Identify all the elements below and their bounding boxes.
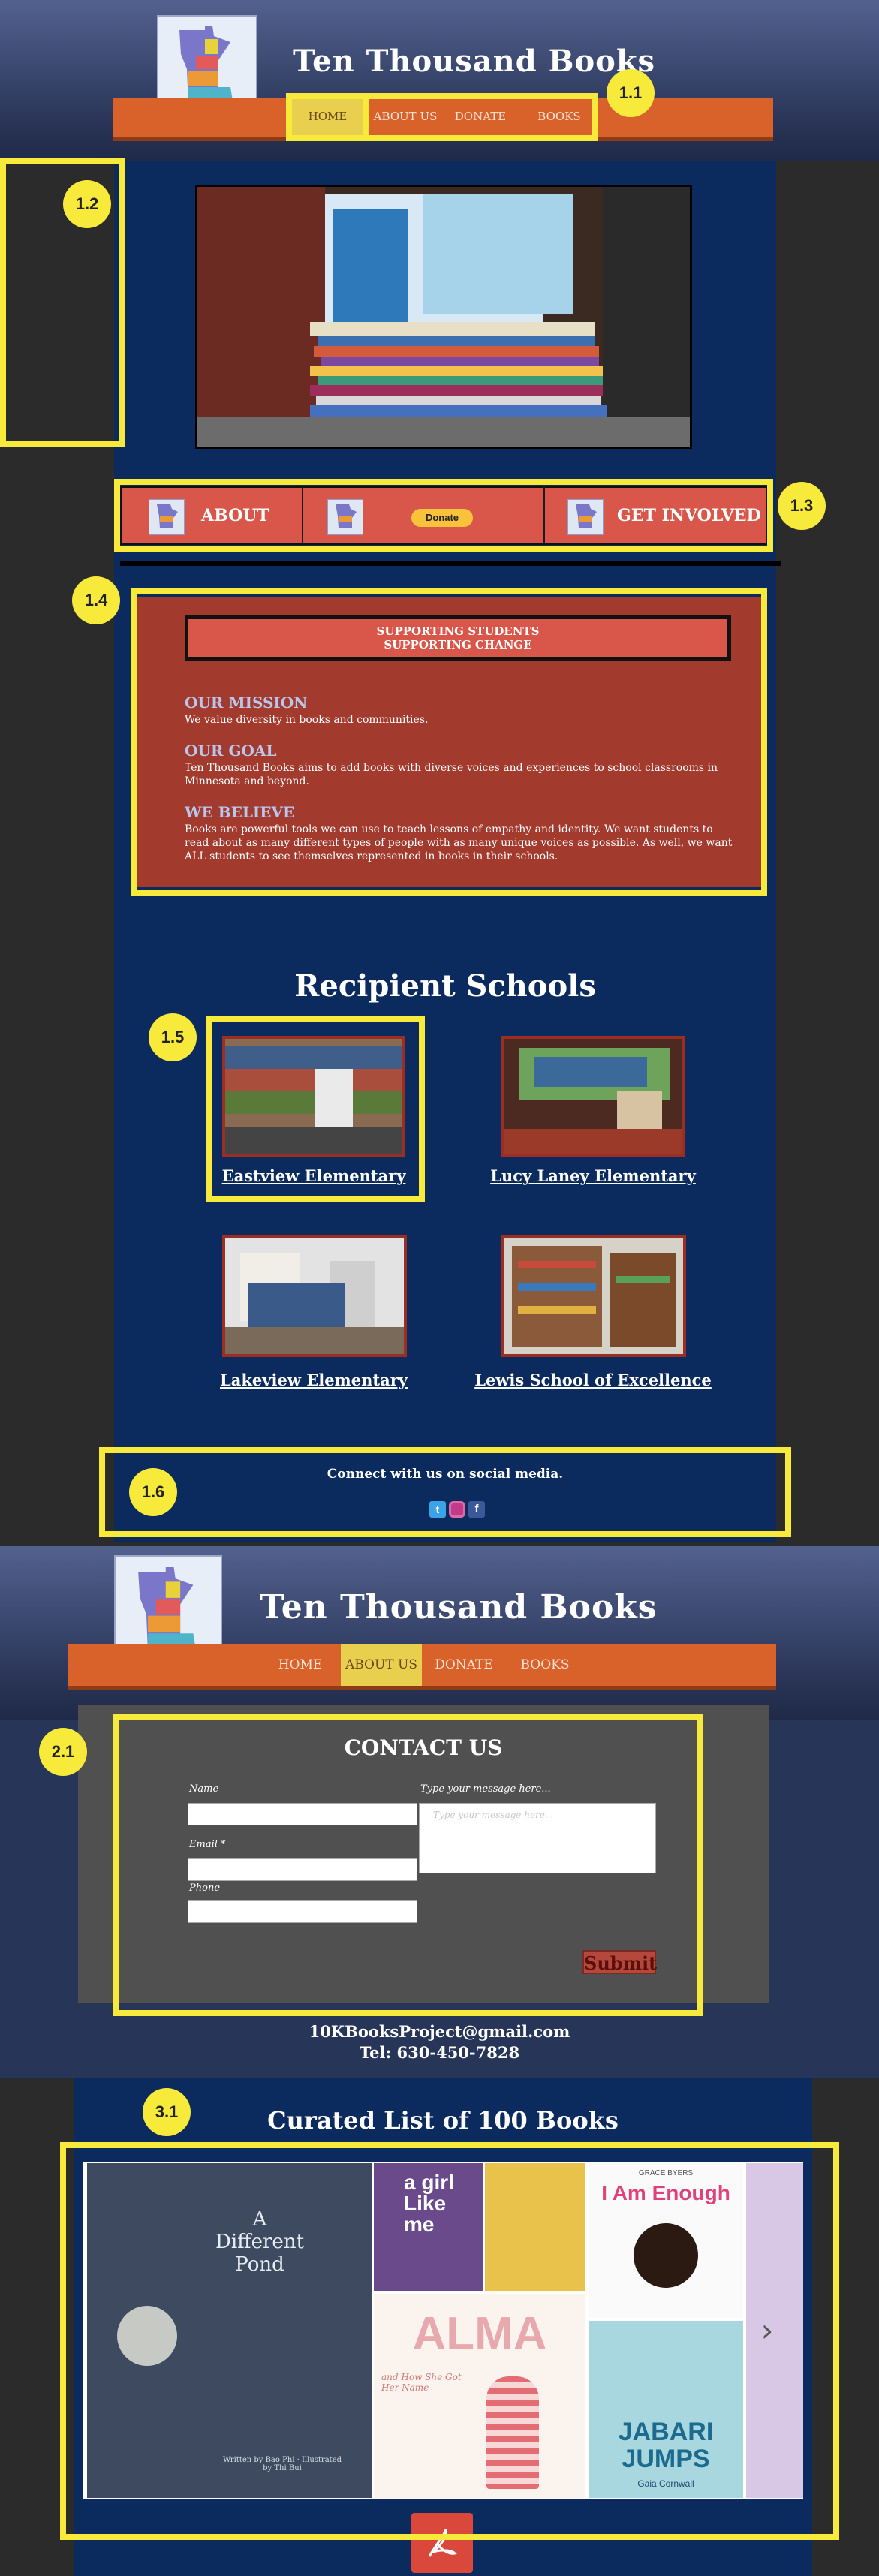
hair-illustration [634,2223,698,2288]
book-cover-a-girl-like-me[interactable]: a girl Like me [374,2163,483,2291]
school-link-lucy-laney[interactable]: Lucy Laney Elementary [471,1166,715,1185]
school-link-lakeview[interactable]: Lakeview Elementary [192,1371,435,1389]
pdf-icon[interactable] [411,2513,473,2573]
submit-button[interactable]: Submit [582,1950,657,1974]
minnesota-icon [149,499,185,535]
badge: 1.1 [607,69,655,117]
social-text: Connect with us on social media. [327,1467,564,1482]
banner-line-1: SUPPORTING STUDENTS [376,624,540,638]
donate-button[interactable]: Donate [411,509,473,527]
school-photo-lucy-laney[interactable] [501,1036,685,1157]
school-photo-eastview[interactable] [222,1036,405,1157]
cover-title: I Am Enough [601,2181,730,2204]
name-label: Name [189,1783,219,1795]
email-label: Email * [189,1839,226,1850]
book-cover-a-different-pond[interactable]: A Different Pond Written by Bao Phi · Il… [87,2163,372,2498]
phone-field[interactable] [188,1900,417,1923]
badge: 1.2 [63,180,111,228]
minnesota-icon [327,499,363,535]
schools-title: Recipient Schools [294,968,596,1004]
header [0,0,879,161]
book-cover-i-am-enough[interactable]: GRACE BYERS I Am Enough [589,2163,743,2318]
cta-get-involved[interactable]: GET INVOLVED [617,506,761,525]
badge: 1.6 [129,1468,177,1516]
girl-illustration [486,2376,539,2489]
site-title-2: Ten Thousand Books [260,1588,658,1627]
nav-bar-2 [68,1644,776,1686]
badge: 1.4 [72,576,120,624]
mission-text: We value diversity in books and communit… [185,714,429,726]
name-field[interactable] [188,1803,417,1825]
twitter-icon[interactable]: t [429,1501,446,1518]
school-link-lewis[interactable]: Lewis School of Excellence [471,1371,715,1389]
nav-about-2[interactable]: ABOUT US [341,1657,422,1672]
mission-heading: OUR MISSION [185,694,308,712]
cta-shadow [120,561,781,566]
facebook-icon[interactable]: f [468,1501,485,1518]
moon [117,2306,177,2366]
believe-text: Books are powerful tools we can use to t… [185,823,733,862]
phone-label: Phone [189,1882,221,1894]
cover-subtitle: Written by Bao Phi · Illustrated by Thi … [222,2456,342,2472]
nav-about[interactable]: ABOUT US [372,110,439,123]
school-photo-lakeview[interactable] [222,1235,407,1357]
cover-title: A Different Pond [215,2208,305,2276]
goal-text: Ten Thousand Books aims to add books wit… [185,762,718,787]
nav-home[interactable]: HOME [289,110,366,123]
cta-divider-1 [302,486,303,545]
cover-subtitle: and How She Got Her Name [381,2372,462,2393]
message-textarea[interactable]: Type your message here... [419,1803,656,1873]
badge: 2.1 [39,1728,87,1776]
nav-books[interactable]: BOOKS [525,110,593,123]
book-cover-jabari-jumps[interactable]: JABARI JUMPS Gaia Cornwall [589,2321,743,2498]
instagram-icon[interactable] [449,1501,465,1518]
hero-image [195,185,692,449]
message-label: Type your message here... [420,1783,551,1795]
cover-title: ALMA [412,2308,547,2360]
minnesota-icon [567,499,604,535]
email-field[interactable] [188,1858,417,1881]
badge: 3.1 [143,2088,191,2136]
books-gallery: A Different Pond Written by Bao Phi · Il… [83,2162,803,2499]
carousel-next-arrow[interactable]: › [752,2312,782,2349]
banner-line-2: SUPPORTING CHANGE [384,638,532,652]
badge: 1.3 [778,482,826,530]
contact-title: CONTACT US [344,1735,503,1760]
goal-heading: OUR GOAL [185,742,277,760]
school-link-eastview[interactable]: Eastview Elementary [192,1166,435,1185]
badge: 1.5 [149,1013,197,1061]
cover-subtitle: Gaia Cornwall [637,2478,694,2489]
cover-title: a girl Like me [404,2171,454,2236]
cover-subtitle: GRACE BYERS [638,2169,694,2177]
nav-donate-2[interactable]: DONATE [428,1657,500,1672]
contact-email[interactable]: 10KBooksProject@gmail.com [0,2022,879,2041]
cover-title: JABARI JUMPS [618,2418,714,2473]
contact-tel: Tel: 630-450-7828 [359,2043,520,2062]
site-title: Ten Thousand Books [293,44,656,79]
nav-bar [113,98,773,137]
nav-donate[interactable]: DONATE [447,110,514,123]
message-placeholder: Type your message here... [433,1810,554,1820]
cta-divider-2 [543,486,545,545]
school-photo-lewis[interactable] [501,1235,686,1357]
book-cover-alma[interactable]: ALMA and How She Got Her Name [374,2294,585,2498]
book-cover-3[interactable] [485,2163,585,2291]
nav-home-2[interactable]: HOME [270,1657,330,1672]
believe-heading: WE BELIEVE [185,803,295,821]
cta-about[interactable]: ABOUT [201,506,269,525]
nav-books-2[interactable]: BOOKS [509,1657,581,1672]
